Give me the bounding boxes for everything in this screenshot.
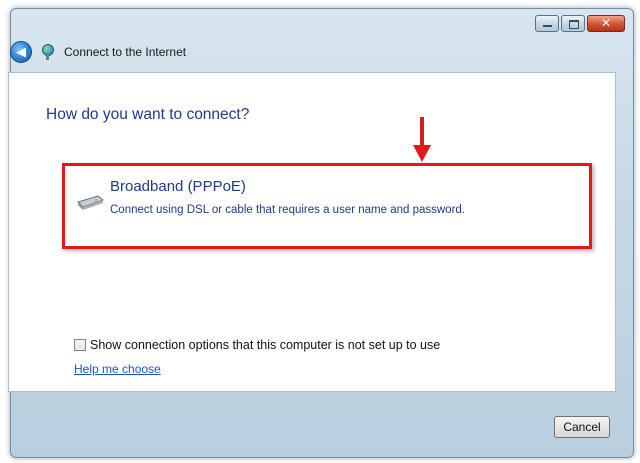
network-icon xyxy=(40,44,56,60)
minimize-button[interactable] xyxy=(535,15,559,32)
help-me-choose-link[interactable]: Help me choose xyxy=(74,362,161,376)
title-bar: ◀ Connect to the Internet xyxy=(10,40,186,64)
maximize-button[interactable] xyxy=(561,15,585,32)
show-options-checkbox[interactable] xyxy=(74,339,86,351)
cancel-button[interactable]: Cancel xyxy=(554,416,610,438)
window-title: Connect to the Internet xyxy=(64,45,187,59)
page-heading: How do you want to connect? xyxy=(46,106,250,123)
modem-icon xyxy=(77,195,104,210)
show-options-label[interactable]: Show connection options that this comput… xyxy=(90,338,440,352)
annotation-arrow-icon xyxy=(413,117,431,162)
broadband-option-description: Connect using DSL or cable that requires… xyxy=(110,204,465,216)
close-button[interactable]: ✕ xyxy=(587,15,625,32)
broadband-option-title[interactable]: Broadband (PPPoE) xyxy=(110,178,246,195)
back-button[interactable]: ◀ xyxy=(10,41,32,63)
caption-buttons: ✕ xyxy=(535,15,625,32)
show-options-row: Show connection options that this comput… xyxy=(74,338,440,352)
